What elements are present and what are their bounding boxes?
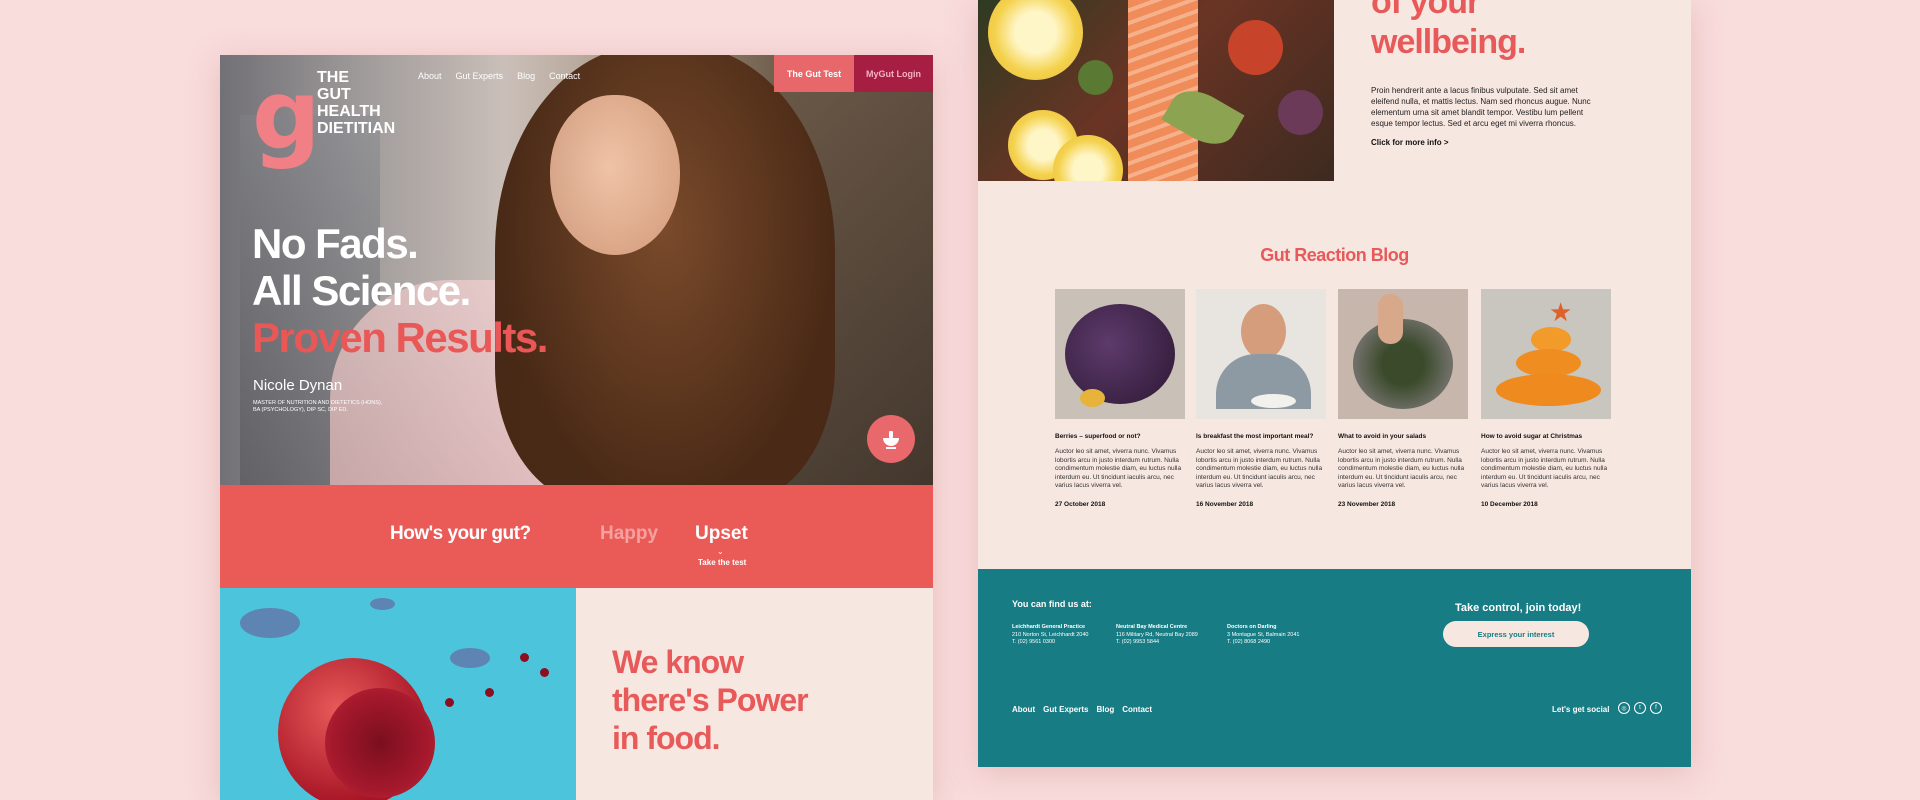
take-the-test-link[interactable]: Take the test — [698, 558, 746, 567]
social-label: Let's get social — [1552, 705, 1610, 714]
location: Leichhardt General Practice 210 Norton S… — [1012, 624, 1088, 647]
gut-test-button[interactable]: The Gut Test — [774, 55, 854, 92]
location: Neutral Bay Medical Centre 116 Military … — [1116, 624, 1198, 647]
gut-happy-option[interactable]: Happy — [600, 523, 658, 545]
chevron-down-icon: ⌄ — [717, 547, 724, 556]
nav-gut-experts[interactable]: Gut Experts — [456, 71, 504, 81]
salad-image — [1338, 289, 1468, 419]
herb — [1078, 60, 1113, 95]
post-title[interactable]: What to avoid in your salads — [1338, 433, 1468, 440]
location-phone: T. (02) 9561 0300 — [1012, 639, 1056, 645]
wellbeing-line-1: of your — [1371, 0, 1480, 21]
gut-upset-option[interactable]: Upset — [695, 523, 748, 545]
facebook-icon[interactable]: f — [1650, 702, 1662, 714]
express-interest-button[interactable]: Express your interest — [1443, 621, 1589, 647]
seed — [485, 688, 494, 697]
headline-line-2: All Science. — [252, 267, 471, 314]
footer: You can find us at: Leichhardt General P… — [978, 569, 1691, 767]
post-date: 16 November 2018 — [1196, 500, 1254, 508]
author-credentials: MASTER OF NUTRITION AND DIETETICS (HONS)… — [253, 400, 383, 413]
location: Doctors on Darling 3 Montague St, Balmai… — [1227, 624, 1299, 647]
post-title[interactable]: Berries – superfood or not? — [1055, 433, 1185, 440]
location-name: Leichhardt General Practice — [1012, 624, 1086, 630]
homepage-mockup: g THE GUT HEALTH DIETITIAN About Gut Exp… — [220, 55, 933, 800]
wellbeing-heading: of your wellbeing. — [1371, 0, 1526, 62]
nav-contact[interactable]: Contact — [549, 71, 580, 81]
location-address: 3 Montague St, Balmain 2041 — [1227, 631, 1300, 638]
pomegranate-seeds — [325, 688, 435, 798]
intro-paragraph: Proin hendrerit ante a lacus finibus vul… — [1371, 86, 1591, 128]
join-heading: Take control, join today! — [1455, 602, 1582, 614]
logo-mark[interactable]: g — [252, 67, 321, 163]
hero-headline: No Fads. All Science. Proven Results. — [252, 220, 548, 361]
seed — [445, 698, 454, 707]
social-icons: ◎ t f — [1618, 702, 1662, 714]
post-date: 27 October 2018 — [1055, 500, 1106, 508]
nav-about[interactable]: About — [418, 71, 442, 81]
food-image — [978, 0, 1334, 181]
tomato — [1228, 20, 1283, 75]
seed — [540, 668, 549, 677]
main-nav: About Gut Experts Blog Contact — [418, 71, 580, 81]
logo-line: GUT — [317, 86, 351, 103]
plums-image — [1055, 289, 1185, 419]
logo-line: DIETITIAN — [317, 120, 396, 137]
blog-card[interactable]: ★ How to avoid sugar at Christmas Auctor… — [1481, 289, 1611, 508]
location-phone: T. (02) 8068 2490 — [1227, 639, 1271, 645]
blog-card[interactable]: Is breakfast the most important meal? Au… — [1196, 289, 1326, 508]
post-title[interactable]: How to avoid sugar at Christmas — [1481, 433, 1611, 440]
footer-nav-about[interactable]: About — [1012, 705, 1035, 714]
mygut-login-button[interactable]: MyGut Login — [854, 55, 933, 92]
headline-line-3: Proven Results. — [252, 314, 548, 361]
juice-splash — [240, 608, 300, 638]
post-date: 10 December 2018 — [1481, 500, 1538, 508]
post-date: 23 November 2018 — [1338, 500, 1396, 508]
blog-card[interactable]: Berries – superfood or not? Auctor leo s… — [1055, 289, 1185, 508]
post-excerpt: Auctor leo sit amet, viverra nunc. Vivam… — [1338, 448, 1465, 489]
location-address: 116 Military Rd, Neutral Bay 2089 — [1116, 631, 1198, 638]
oranges-image: ★ — [1481, 289, 1611, 419]
location-phone: T. (02) 9953 5844 — [1116, 639, 1160, 645]
wellbeing-line-2: wellbeing. — [1371, 23, 1526, 61]
footer-nav-gut-experts[interactable]: Gut Experts — [1043, 705, 1088, 714]
gut-check-bar: How's your gut? Happy Upset ⌄ Take the t… — [220, 485, 933, 588]
juice-splash — [450, 648, 490, 668]
nav-blog[interactable]: Blog — [517, 71, 535, 81]
location-address: 210 Norton St, Leichhardt 2040 — [1012, 631, 1089, 638]
breakfast-image — [1196, 289, 1326, 419]
footer-nav-blog[interactable]: Blog — [1096, 705, 1114, 714]
onion — [1278, 90, 1323, 135]
pomegranate-image — [220, 588, 576, 800]
seed — [520, 653, 529, 662]
logo-wordmark[interactable]: THE GUT HEALTH DIETITIAN — [317, 69, 417, 137]
twitter-icon[interactable]: t — [1634, 702, 1646, 714]
logo-line: THE — [317, 69, 349, 86]
gut-question: How's your gut? — [390, 523, 531, 544]
location-name: Neutral Bay Medical Centre — [1116, 624, 1188, 630]
find-us-heading: You can find us at: — [1012, 599, 1092, 609]
location-name: Doctors on Darling — [1227, 624, 1277, 630]
blog-section-title: Gut Reaction Blog — [1260, 245, 1409, 265]
post-title[interactable]: Is breakfast the most important meal? — [1196, 433, 1326, 440]
author-name: Nicole Dynan — [253, 377, 343, 394]
inner-page-mockup: of your wellbeing. Proin hendrerit ante … — [978, 0, 1691, 767]
headline-line-1: No Fads. — [252, 220, 419, 267]
bowl-icon — [883, 431, 899, 449]
post-excerpt: Auctor leo sit amet, viverra nunc. Vivam… — [1196, 448, 1323, 489]
mortar-icon[interactable] — [867, 415, 915, 463]
footer-nav: About Gut Experts Blog Contact — [1012, 705, 1152, 714]
post-excerpt: Auctor leo sit amet, viverra nunc. Vivam… — [1481, 448, 1608, 489]
lemon-slice — [988, 0, 1083, 80]
footer-nav-contact[interactable]: Contact — [1122, 705, 1152, 714]
juice-splash — [370, 598, 395, 610]
power-in-food-heading: We know there's Power in food. — [612, 644, 809, 756]
hero-section: g THE GUT HEALTH DIETITIAN About Gut Exp… — [220, 55, 933, 485]
instagram-icon[interactable]: ◎ — [1618, 702, 1630, 714]
post-excerpt: Auctor leo sit amet, viverra nunc. Vivam… — [1055, 448, 1182, 489]
more-info-link[interactable]: Click for more info > — [1371, 138, 1449, 147]
blog-card[interactable]: What to avoid in your salads Auctor leo … — [1338, 289, 1468, 508]
logo-line: HEALTH — [317, 103, 381, 120]
